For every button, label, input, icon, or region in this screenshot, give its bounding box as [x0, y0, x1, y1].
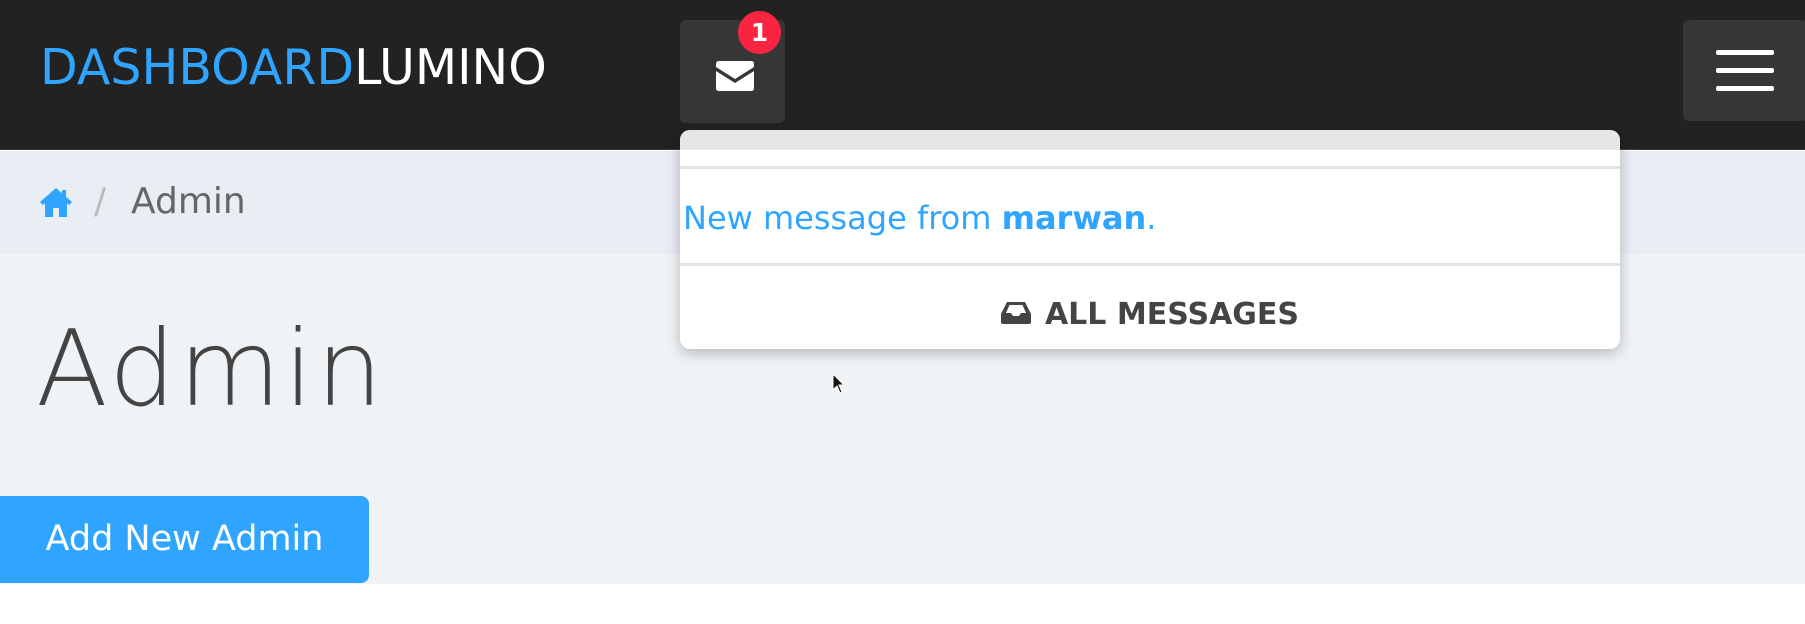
envelope-icon [716, 61, 754, 91]
hamburger-icon-line-bottom [1716, 86, 1774, 91]
dropdown-divider [680, 263, 1620, 266]
top-navbar: DASHBOARDLUMINO 1 [0, 0, 1805, 150]
message-prefix: New message from [683, 199, 1002, 237]
dropdown-divider [680, 166, 1620, 169]
add-new-admin-button[interactable]: Add New Admin [0, 496, 369, 583]
hamburger-icon-line-middle [1716, 68, 1774, 73]
breadcrumb-current: Admin [131, 181, 246, 222]
message-suffix: . [1146, 199, 1157, 237]
messages-dropdown: New message from marwan. ALL MESSAGES [680, 130, 1620, 349]
inbox-icon [1000, 301, 1031, 324]
dropdown-header-strip [680, 130, 1620, 150]
mouse-cursor-icon [832, 373, 846, 394]
message-item[interactable]: New message from marwan. [683, 198, 1156, 238]
hamburger-icon-line-top [1716, 50, 1774, 55]
message-count-badge: 1 [738, 11, 781, 54]
brand-part-lumino: LUMINO [354, 39, 547, 96]
menu-toggle-button[interactable] [1683, 20, 1805, 121]
message-sender: marwan [1001, 199, 1147, 237]
all-messages-link[interactable]: ALL MESSAGES [680, 295, 1620, 335]
home-icon[interactable] [39, 186, 73, 218]
page-title: Admin [36, 308, 386, 430]
all-messages-label: ALL MESSAGES [1044, 297, 1300, 332]
breadcrumb-separator: / [94, 181, 107, 222]
brand-logo[interactable]: DASHBOARDLUMINO [40, 38, 547, 98]
brand-part-dashboard: DASHBOARD [40, 39, 355, 96]
